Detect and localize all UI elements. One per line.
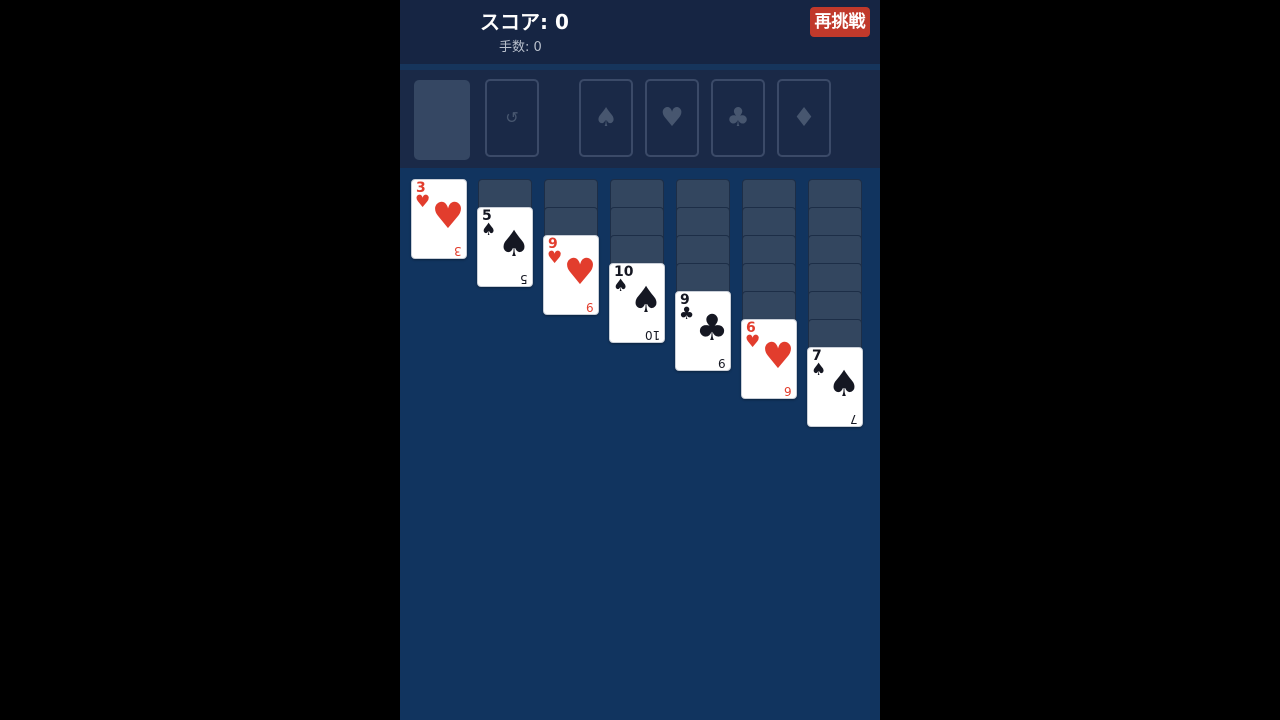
spade-icon: ♠	[497, 224, 531, 265]
moves-counter: 手数: 0	[499, 40, 542, 55]
card-rank-inverted: 6	[784, 384, 792, 398]
card-9-of-clubs[interactable]: 9 ♣ ♣ 9	[675, 291, 731, 371]
heart-icon: ♥	[563, 252, 597, 293]
card-5-of-spades[interactable]: 5 ♠ ♠ 5	[477, 207, 533, 287]
card-10-of-spades[interactable]: 10 ♠ ♠ 10	[609, 263, 665, 343]
card-7-of-spades[interactable]: 7 ♠ ♠ 7	[807, 347, 863, 427]
spade-icon: ♠	[827, 364, 861, 405]
foundation-diamonds[interactable]: ♦	[777, 79, 831, 157]
spade-icon: ♠	[594, 103, 618, 133]
diamond-icon: ♦	[792, 103, 816, 133]
score-display: スコア: 0	[480, 10, 569, 34]
spade-icon: ♠	[629, 280, 663, 321]
foundation-hearts[interactable]: ♥	[645, 79, 699, 157]
foundation-clubs[interactable]: ♣	[711, 79, 765, 157]
card-rank-inverted: 9	[586, 300, 594, 314]
card-rank-inverted: 5	[520, 272, 528, 286]
heart-icon: ♥	[660, 103, 684, 133]
club-icon: ♣	[726, 103, 750, 133]
stock-pile[interactable]	[414, 80, 470, 160]
waste-pile[interactable]: ↺	[485, 79, 539, 157]
card-rank-inverted: 7	[850, 412, 858, 426]
card-rank-inverted: 3	[454, 244, 462, 258]
card-rank-inverted: 10	[644, 328, 660, 342]
heart-icon: ♥	[431, 196, 465, 237]
card-6-of-hearts[interactable]: 6 ♥ ♥ 6	[741, 319, 797, 399]
card-9-of-hearts[interactable]: 9 ♥ ♥ 9	[543, 235, 599, 315]
retry-button[interactable]: 再挑戦	[810, 7, 870, 37]
header-bar: スコア: 0 手数: 0 再挑戦	[400, 0, 880, 64]
card-3-of-hearts[interactable]: 3 ♥ ♥ 3	[411, 179, 467, 259]
foundation-spades[interactable]: ♠	[579, 79, 633, 157]
heart-icon: ♥	[761, 336, 795, 377]
solitaire-board: スコア: 0 手数: 0 再挑戦 ↺ ♠ ♥ ♣ ♦ 3 ♥ ♥ 3 5 ♠ ♠ 5 9 ♥ ♥ 9 1…	[400, 0, 880, 720]
stock-foundation-area: ↺ ♠ ♥ ♣ ♦	[400, 70, 880, 168]
card-rank-inverted: 9	[718, 356, 726, 370]
recycle-icon: ↺	[505, 108, 519, 127]
club-icon: ♣	[695, 308, 729, 349]
